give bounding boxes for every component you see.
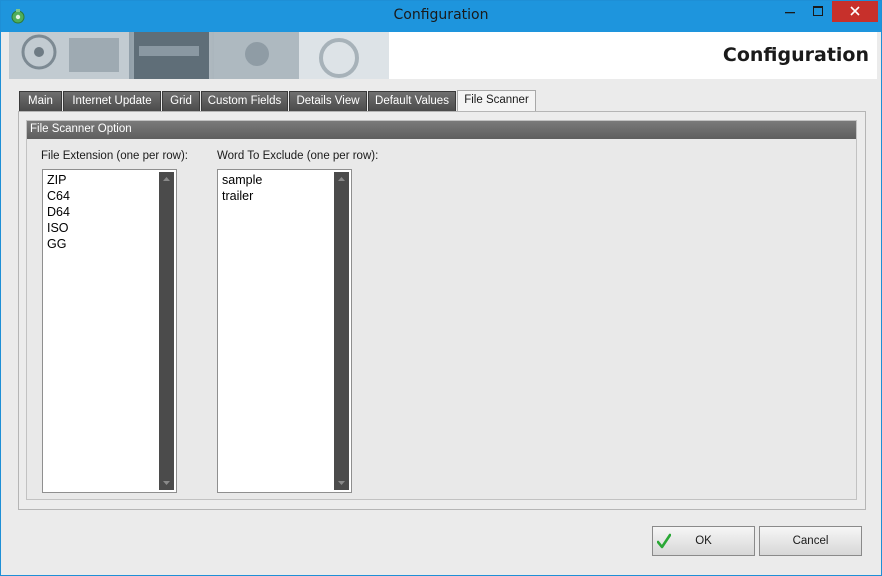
tab-details-view[interactable]: Details View <box>289 91 367 111</box>
file-extension-scrollbar[interactable] <box>159 172 174 490</box>
scroll-up-icon[interactable] <box>159 172 174 186</box>
scroll-down-icon[interactable] <box>334 476 349 490</box>
cancel-button-label: Cancel <box>792 535 829 547</box>
word-exclude-items: sample trailer <box>222 172 262 204</box>
list-item[interactable]: trailer <box>222 188 262 204</box>
group-header: File Scanner Option <box>27 121 856 139</box>
maximize-icon <box>813 6 823 16</box>
file-extension-items: ZIP C64 D64 ISO GG <box>47 172 70 252</box>
word-exclude-scrollbar[interactable] <box>334 172 349 490</box>
list-item[interactable]: GG <box>47 236 70 252</box>
word-exclude-label: Word To Exclude (one per row): <box>217 150 379 162</box>
ok-button-label: OK <box>695 535 712 547</box>
tab-internet-update[interactable]: Internet Update <box>63 91 161 111</box>
check-icon <box>657 533 671 549</box>
cancel-button[interactable]: Cancel <box>759 526 862 556</box>
scroll-down-icon[interactable] <box>159 476 174 490</box>
close-icon <box>850 6 860 16</box>
list-item[interactable]: sample <box>222 172 262 188</box>
list-item[interactable]: ISO <box>47 220 70 236</box>
title-bar[interactable]: Configuration <box>1 1 881 32</box>
list-item[interactable]: D64 <box>47 204 70 220</box>
window-title: Configuration <box>393 7 489 23</box>
list-item[interactable]: C64 <box>47 188 70 204</box>
tab-default-values[interactable]: Default Values <box>368 91 456 111</box>
scroll-up-icon[interactable] <box>334 172 349 186</box>
tab-grid[interactable]: Grid <box>162 91 200 111</box>
banner-image <box>9 32 389 79</box>
ok-button[interactable]: OK <box>652 526 755 556</box>
minimize-button[interactable] <box>775 1 804 22</box>
file-extension-list[interactable]: ZIP C64 D64 ISO GG <box>42 169 177 493</box>
word-exclude-list[interactable]: sample trailer <box>217 169 352 493</box>
tab-file-scanner[interactable]: File Scanner <box>457 90 536 112</box>
tab-custom-fields[interactable]: Custom Fields <box>201 91 288 111</box>
banner-title: Configuration <box>722 44 869 66</box>
list-item[interactable]: ZIP <box>47 172 70 188</box>
header-banner: Configuration <box>9 32 877 79</box>
close-button[interactable] <box>832 1 878 22</box>
configuration-window: Configuration Configuration Main Interne… <box>0 0 882 576</box>
tab-main[interactable]: Main <box>19 91 62 111</box>
file-extension-label: File Extension (one per row): <box>41 150 189 162</box>
file-scanner-group: File Scanner Option File Extension (one … <box>26 120 857 500</box>
minimize-icon <box>784 12 795 14</box>
maximize-button[interactable] <box>804 1 832 22</box>
